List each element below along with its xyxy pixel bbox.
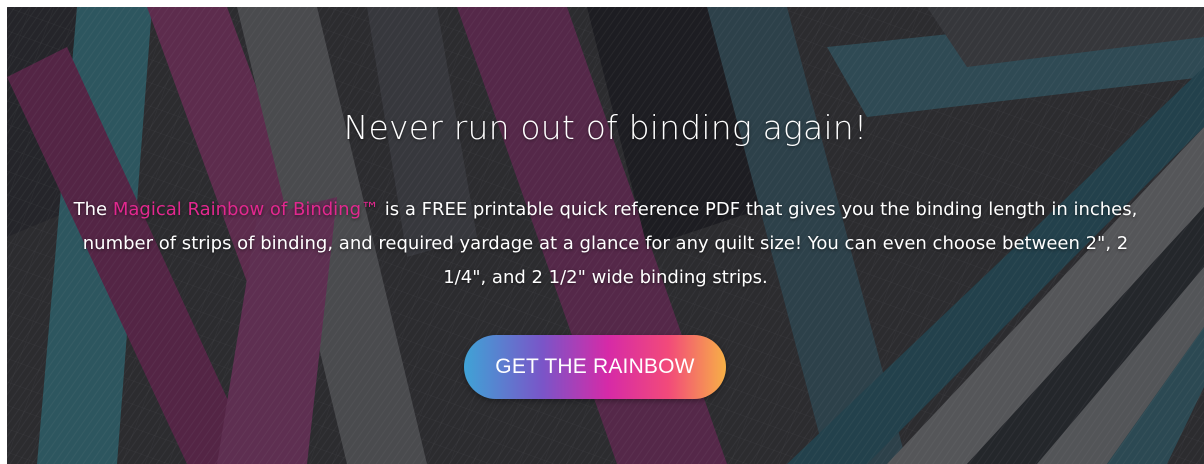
hero-banner: Never run out of binding again! The Magi… — [7, 7, 1204, 464]
get-the-rainbow-button[interactable]: GET THE RAINBOW — [464, 335, 726, 399]
description-prefix: The — [73, 199, 113, 220]
hero-headline: Never run out of binding again! — [343, 108, 868, 147]
hero-description: The Magical Rainbow of Binding™ is a FRE… — [67, 193, 1144, 295]
brand-name-text: Magical Rainbow of Binding™ — [112, 199, 380, 220]
hero-content: Never run out of binding again! The Magi… — [7, 7, 1204, 464]
